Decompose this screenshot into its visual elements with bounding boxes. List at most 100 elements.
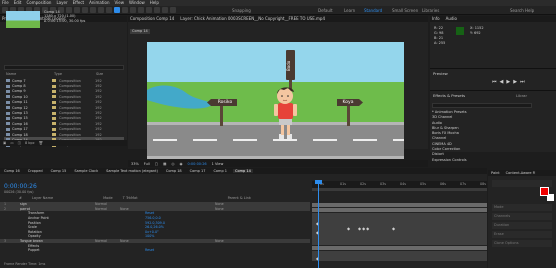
column-size[interactable]: Size bbox=[96, 72, 103, 77]
workspace-standard[interactable]: Standard bbox=[364, 8, 382, 13]
project-footer: ▣ ▭ ◫ 8 bpc 🗑 bbox=[0, 140, 127, 146]
viewer-timecode[interactable]: 0:00:00:26 bbox=[188, 162, 207, 166]
mask-visibility-icon[interactable]: ◎ bbox=[171, 162, 174, 166]
trash-icon[interactable]: 🗑 bbox=[39, 141, 43, 145]
layer-name[interactable]: Puppet bbox=[20, 248, 95, 252]
label-color-icon[interactable] bbox=[52, 106, 56, 110]
column-layer-name[interactable]: Layer Name bbox=[32, 196, 53, 201]
info-b: B: 21 bbox=[434, 36, 444, 40]
camera-snapshot-icon[interactable]: ◉ bbox=[179, 162, 182, 166]
property-value[interactable]: Reset bbox=[145, 248, 195, 252]
current-time-display[interactable]: 0:00:00:26 bbox=[4, 183, 37, 190]
effects-title[interactable]: Effects & Presets bbox=[433, 93, 465, 98]
timeline-tab[interactable]: Comp 14 bbox=[233, 169, 253, 173]
region-of-interest-icon[interactable]: ▢ bbox=[155, 162, 158, 166]
timeline-tab[interactable]: Sample Clock bbox=[72, 169, 100, 173]
current-time-indicator-head[interactable] bbox=[315, 180, 322, 184]
project-thumbnail bbox=[6, 11, 40, 28]
first-frame-icon[interactable]: ⏮ bbox=[492, 79, 500, 85]
timeline-tab[interactable]: Comp 17 bbox=[188, 169, 208, 173]
column-mode[interactable]: Mode bbox=[63, 196, 113, 201]
puppet-advanced-icon[interactable] bbox=[146, 7, 152, 13]
paint-channels[interactable]: Channels bbox=[492, 213, 552, 220]
interpret-footage-icon[interactable]: ▣ bbox=[3, 141, 6, 145]
resolution-dropdown[interactable]: Full bbox=[144, 162, 150, 166]
puppet-overlap-icon[interactable] bbox=[138, 7, 144, 13]
workspace-small-screen[interactable]: Small Screen bbox=[392, 8, 418, 13]
current-time-indicator[interactable] bbox=[318, 181, 319, 268]
last-frame-icon[interactable]: ⏭ bbox=[520, 79, 528, 85]
paint-clone-options[interactable]: Clone Options bbox=[492, 240, 552, 247]
effects-search-input[interactable] bbox=[432, 103, 532, 108]
view-layout-dropdown[interactable]: 1 View bbox=[212, 162, 224, 166]
timeline-tab[interactable]: Comp 1 bbox=[211, 169, 229, 173]
timeline-tab[interactable]: Sample Text motion (elegant) bbox=[104, 169, 160, 173]
layer-bar-parrot[interactable] bbox=[312, 208, 487, 212]
zoom-dropdown[interactable]: 33% bbox=[131, 162, 139, 166]
color-sample bbox=[456, 27, 464, 35]
label-color-icon[interactable] bbox=[52, 111, 56, 115]
tab-libraries[interactable]: Librar bbox=[516, 93, 527, 98]
tab-layer[interactable]: Layer: Chick Animation 0003SCREEN__No Co… bbox=[180, 16, 325, 22]
column-name[interactable]: Name bbox=[4, 72, 54, 77]
timeline-tab[interactable]: Cropped bbox=[26, 169, 45, 173]
work-area-bar[interactable] bbox=[312, 188, 487, 191]
label-color-icon[interactable] bbox=[52, 95, 56, 99]
column-trkmat[interactable]: T TrkMat bbox=[123, 196, 138, 201]
search-help[interactable]: Search Help bbox=[510, 8, 534, 13]
label-color-icon[interactable] bbox=[52, 127, 56, 131]
column-type[interactable]: Type bbox=[54, 72, 96, 77]
workspace-default[interactable]: Default bbox=[318, 8, 333, 13]
snapping-toggle[interactable]: Snapping bbox=[232, 8, 251, 13]
effect-category[interactable]: Expression Controls bbox=[432, 158, 552, 163]
label-color-icon[interactable] bbox=[52, 122, 56, 126]
label-color-icon[interactable] bbox=[52, 84, 56, 88]
timeline-tab[interactable]: Comp 16 bbox=[2, 169, 22, 173]
keyframe-icon[interactable]: ◆ bbox=[392, 227, 395, 231]
puppet-bend-icon[interactable] bbox=[130, 7, 136, 13]
info-panel: Info Audio R: 22 G: 98 B: 21 A: 255 X: 1… bbox=[430, 16, 556, 68]
workspace-learn[interactable]: Learn bbox=[344, 8, 355, 13]
label-color-icon[interactable] bbox=[52, 133, 56, 137]
pin-icon[interactable] bbox=[162, 7, 168, 13]
tab-composition[interactable]: Composition Comp 14 bbox=[130, 16, 174, 22]
road-dash bbox=[233, 139, 257, 141]
column-parent[interactable]: Parent & Link bbox=[148, 196, 251, 201]
timeline-tab[interactable]: Comp 18 bbox=[164, 169, 184, 173]
effects-list: * Animation Presets 3D Channel Audio Blur &… bbox=[432, 110, 552, 163]
paint-mode[interactable]: Mode bbox=[492, 204, 552, 211]
wand-icon[interactable] bbox=[170, 7, 176, 13]
item-size: 192 bbox=[95, 127, 102, 132]
new-comp-icon[interactable]: ◫ bbox=[18, 141, 21, 145]
paint-opacity[interactable] bbox=[492, 180, 552, 187]
property-row[interactable]: Puppet Reset bbox=[0, 248, 310, 253]
timeline-tab[interactable]: Comp 15 bbox=[49, 169, 69, 173]
foreground-color-swatch[interactable] bbox=[540, 187, 549, 196]
time-ruler[interactable]: 0s 01s 02s 03s 04s 05s 06s 07s 08s bbox=[312, 181, 487, 188]
paint-erase[interactable]: Erase bbox=[492, 231, 552, 238]
tab-paint[interactable]: Paint bbox=[491, 171, 500, 175]
project-search-input[interactable] bbox=[4, 65, 124, 70]
transparency-grid-icon[interactable]: ▦ bbox=[163, 162, 166, 166]
tab-info[interactable]: Info bbox=[432, 16, 440, 22]
tab-content-aware-fill[interactable]: Content-Aware Fi bbox=[506, 171, 536, 175]
paint-duration[interactable]: Duration bbox=[492, 222, 552, 229]
label-color-icon[interactable] bbox=[52, 89, 56, 93]
label-color-icon[interactable] bbox=[52, 79, 56, 83]
tab-audio[interactable]: Audio bbox=[446, 16, 457, 22]
new-folder-icon[interactable]: ▭ bbox=[10, 141, 13, 145]
layer-bar-tongue[interactable] bbox=[312, 246, 487, 250]
mesh-icon[interactable] bbox=[154, 7, 160, 13]
keyframe-icon[interactable]: ◆ bbox=[347, 227, 350, 231]
road-dash bbox=[313, 139, 337, 141]
workspace-libraries[interactable]: Libraries bbox=[422, 8, 439, 13]
label-color-icon[interactable] bbox=[52, 116, 56, 120]
composition-canvas[interactable]: Bodo Rosiko Koya bbox=[147, 42, 404, 159]
item-size: 192 bbox=[95, 105, 102, 110]
comp-breadcrumb[interactable]: Comp 14 bbox=[130, 29, 150, 34]
layer-bar-sign[interactable] bbox=[312, 203, 487, 207]
label-color-icon[interactable] bbox=[52, 100, 56, 104]
keyframe-icon[interactable]: ◆◆◆ bbox=[358, 227, 370, 231]
item-name: Comp 8 bbox=[12, 84, 26, 89]
bit-depth[interactable]: 8 bpc bbox=[25, 141, 35, 145]
